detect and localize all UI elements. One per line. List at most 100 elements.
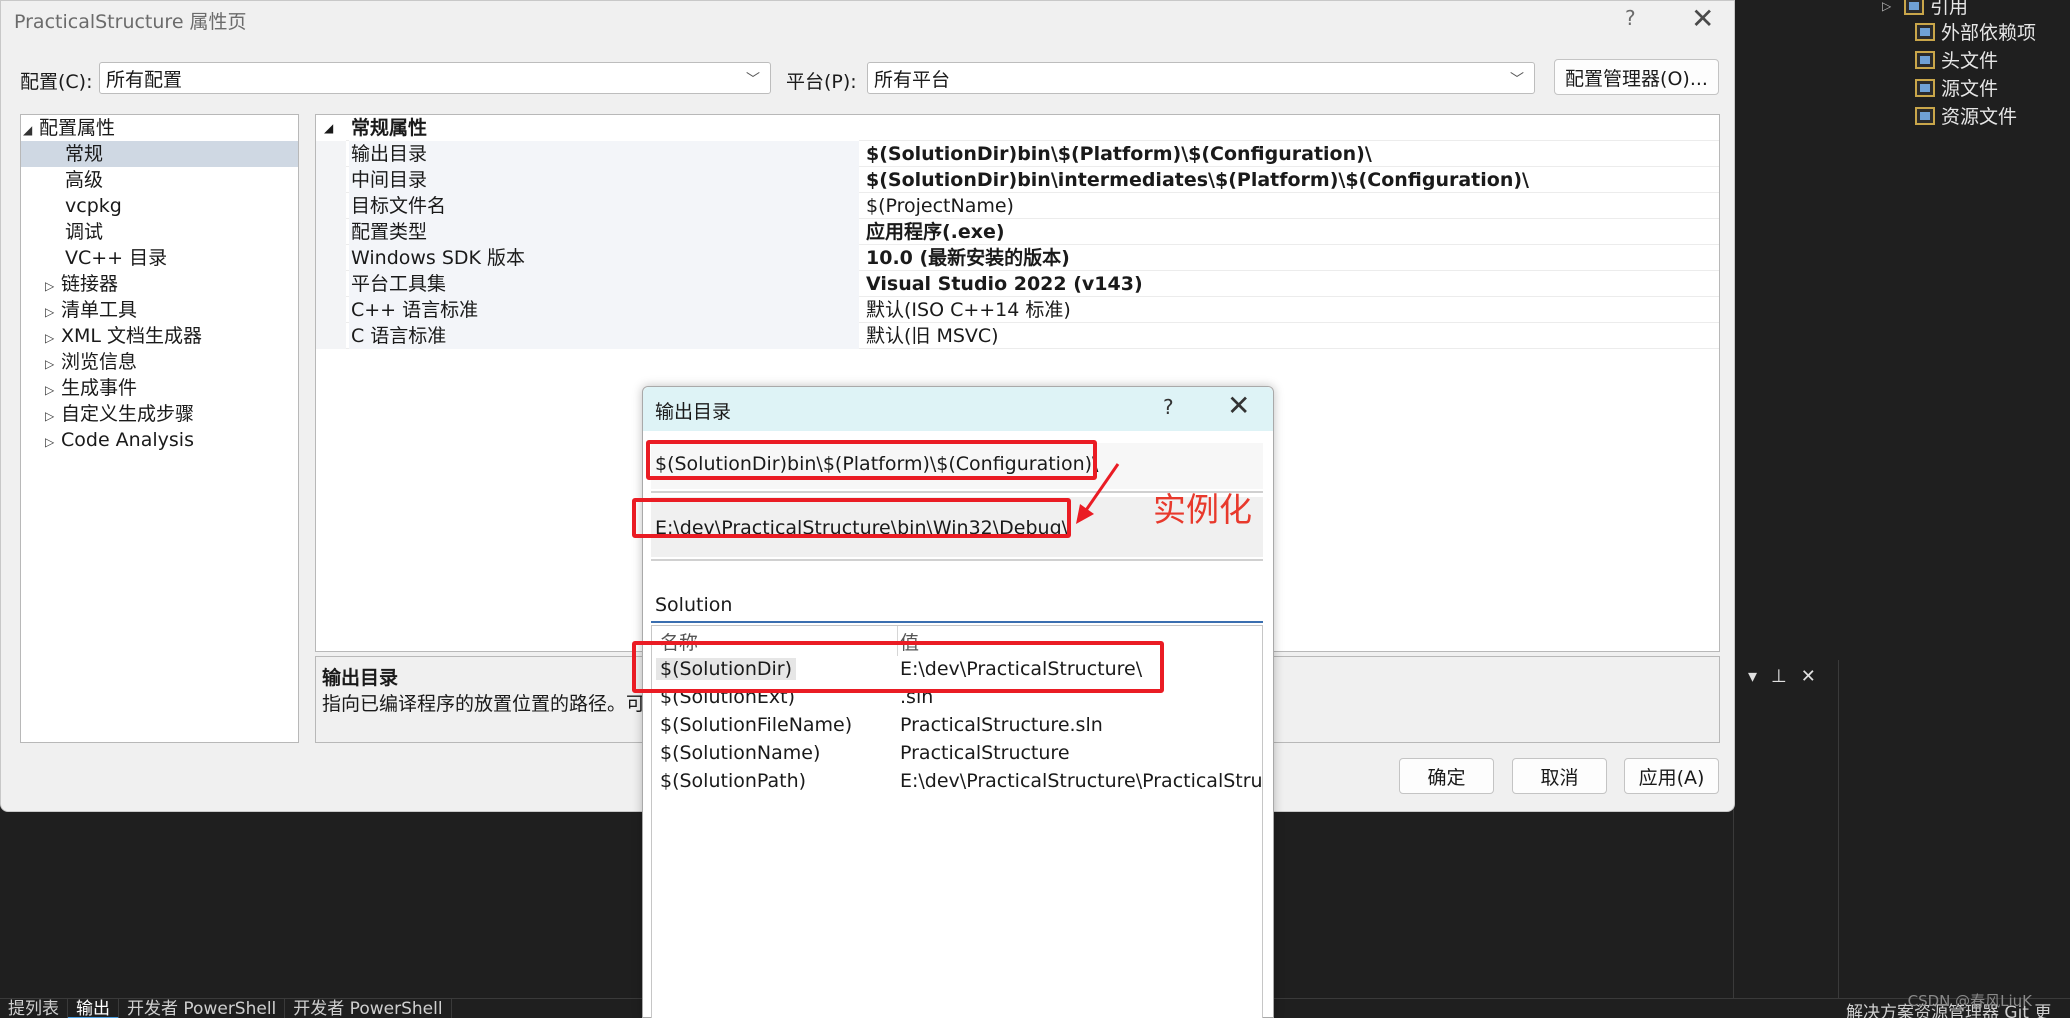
pin-icon[interactable]: ⊥: [1771, 666, 1787, 687]
solution-tree-item-source-files[interactable]: 源文件: [1915, 74, 1998, 101]
tree-node-config-properties[interactable]: ◢ 配置属性: [23, 115, 115, 141]
tree-node-code-analysis[interactable]: ▷ Code Analysis: [45, 427, 194, 453]
close-icon[interactable]: ✕: [1227, 389, 1250, 422]
chevron-down-icon: ﹀: [746, 72, 760, 88]
macro-name: $(SolutionName): [660, 742, 821, 764]
grid-row-key: 平台工具集: [349, 271, 859, 297]
solution-tree-item-resource-files[interactable]: 资源文件: [1915, 102, 2017, 129]
grid-row-key: C 语言标准: [349, 323, 859, 349]
config-manager-button[interactable]: 配置管理器(O)...: [1554, 59, 1719, 95]
ok-button[interactable]: 确定: [1399, 758, 1494, 794]
filter-folder-icon: [1915, 50, 1935, 69]
grid-row[interactable]: Windows SDK 版本 10.0 (最新安装的版本): [316, 245, 1719, 271]
tree-node-vcpkg[interactable]: vcpkg: [65, 193, 122, 219]
close-icon[interactable]: ✕: [1691, 2, 1714, 35]
tree-node-debugging[interactable]: 调试: [65, 219, 103, 245]
grid-row[interactable]: C++ 语言标准 默认(ISO C++14 标准): [316, 297, 1719, 323]
cancel-button[interactable]: 取消: [1512, 758, 1607, 794]
solution-tree-item-external-deps[interactable]: 外部依赖项: [1915, 18, 2036, 45]
grid-row-value[interactable]: 默认(ISO C++14 标准): [864, 297, 1071, 323]
solution-tree-item-header-files[interactable]: 头文件: [1915, 46, 1998, 73]
grid-row[interactable]: 平台工具集 Visual Studio 2022 (v143): [316, 271, 1719, 297]
grid-row-value[interactable]: 默认(旧 MSVC): [864, 323, 999, 349]
description-text: 指向已编译程序的放置位置的路径。可以: [322, 693, 665, 715]
annotation-arrow-icon: [1076, 463, 1120, 524]
solution-tree-item-references[interactable]: ▷ 引用: [1882, 0, 1968, 19]
expanded-icon: ◢: [23, 123, 33, 137]
filter-folder-icon: [1915, 106, 1935, 125]
tree-node-custom-build-step[interactable]: ▷ 自定义生成步骤: [45, 401, 194, 427]
platform-dropdown[interactable]: 所有平台 ﹀: [867, 62, 1535, 94]
tree-node-advanced[interactable]: 高级: [65, 167, 103, 193]
grid-row-key: 目标文件名: [349, 193, 859, 219]
apply-button[interactable]: 应用(A): [1624, 758, 1719, 794]
close-icon[interactable]: ✕: [1801, 666, 1816, 687]
tree-node-label: vcpkg: [65, 195, 122, 217]
tree-node-label: VC++ 目录: [65, 247, 168, 269]
tree-item-label: 源文件: [1941, 78, 1999, 100]
tab-dev-powershell[interactable]: 开发者 PowerShell: [119, 999, 286, 1018]
grid-row-key: 中间目录: [349, 167, 859, 193]
macro-value: PracticalStructure: [900, 742, 1070, 764]
grid-row-value[interactable]: 10.0 (最新安装的版本): [864, 245, 1070, 271]
grid-gutter: [316, 297, 346, 323]
splitter: [651, 559, 1263, 561]
grid-row[interactable]: 配置类型 应用程序(.exe): [316, 219, 1719, 245]
property-tree: ◢ 配置属性 常规 高级 vcpkg 调试 VC++ 目录 ▷ 链接器 ▷ 清单工具 …: [20, 114, 299, 743]
description-title: 输出目录: [322, 667, 399, 689]
grid-row-value[interactable]: $(SolutionDir)bin\intermediates\$(Platfo…: [864, 167, 1529, 193]
tree-node-xml-doc-generator[interactable]: ▷ XML 文档生成器: [45, 323, 202, 349]
tree-item-label: 外部依赖项: [1941, 22, 2037, 44]
tree-node-build-events[interactable]: ▷ 生成事件: [45, 375, 137, 401]
grid-gutter: [316, 193, 346, 219]
config-dropdown[interactable]: 所有配置 ﹀: [99, 62, 771, 94]
macro-name: $(SolutionFileName): [660, 714, 853, 736]
tree-node-general[interactable]: 常规: [21, 141, 298, 167]
grid-category-header[interactable]: ◢ 常规属性: [316, 115, 1719, 141]
grid-gutter: [316, 141, 346, 167]
macro-row[interactable]: $(SolutionPath) E:\dev\PracticalStructur…: [652, 768, 1263, 796]
grid-row-value[interactable]: 应用程序(.exe): [864, 219, 1005, 245]
help-icon[interactable]: ?: [1163, 395, 1174, 419]
macro-value: E:\dev\PracticalStructure\PracticalStruc…: [900, 770, 1263, 792]
tree-node-vc-directories[interactable]: VC++ 目录: [65, 245, 167, 271]
macro-row[interactable]: $(SolutionFileName) PracticalStructure.s…: [652, 712, 1262, 740]
collapsed-icon: ▷: [45, 331, 55, 345]
macro-name: $(SolutionPath): [660, 770, 807, 792]
grid-category-label: 常规属性: [349, 115, 859, 141]
config-label: 配置(C):: [20, 71, 93, 93]
watermark: CSDN @春风LiuK: [1907, 992, 2032, 1010]
help-icon[interactable]: ?: [1625, 6, 1636, 30]
grid-row-key: Windows SDK 版本: [349, 245, 859, 271]
grid-row-value[interactable]: $(SolutionDir)bin\$(Platform)\$(Configur…: [864, 141, 1372, 167]
output-directory-popup: 输出目录 ? ✕ $(SolutionDir)bin\$(Platform)\$…: [642, 386, 1274, 1018]
tree-node-browse-info[interactable]: ▷ 浏览信息: [45, 349, 137, 375]
tree-node-label: 链接器: [61, 273, 119, 295]
tab-output[interactable]: 输出: [68, 999, 119, 1018]
grid-gutter: [316, 245, 346, 271]
tree-node-linker[interactable]: ▷ 链接器: [45, 271, 118, 297]
tree-item-label: 头文件: [1941, 50, 1999, 72]
grid-row[interactable]: 目标文件名 $(ProjectName): [316, 193, 1719, 219]
grid-row[interactable]: 中间目录 $(SolutionDir)bin\intermediates\$(P…: [316, 167, 1719, 193]
collapsed-icon: ▷: [45, 279, 55, 293]
grid-gutter: [316, 219, 346, 245]
tree-node-manifest-tool[interactable]: ▷ 清单工具: [45, 297, 137, 323]
tab-error-list[interactable]: 提列表: [0, 999, 68, 1018]
popup-title: 输出目录: [655, 401, 732, 423]
tab-dev-powershell[interactable]: 开发者 PowerShell: [285, 999, 452, 1018]
ide-divider: [1838, 660, 1839, 1018]
macro-filter-input[interactable]: Solution: [651, 589, 1263, 623]
grid-row-key: C++ 语言标准: [349, 297, 859, 323]
collapsed-icon: ▷: [45, 357, 55, 371]
grid-row-value[interactable]: Visual Studio 2022 (v143): [864, 271, 1143, 297]
collapsed-icon: ▷: [45, 305, 55, 319]
macro-row[interactable]: $(SolutionName) PracticalStructure: [652, 740, 1262, 768]
annotation-box-solutiondir: [632, 641, 1164, 693]
chevron-down-icon[interactable]: ▾: [1748, 666, 1757, 687]
grid-row[interactable]: C 语言标准 默认(旧 MSVC): [316, 323, 1719, 349]
grid-row-value[interactable]: $(ProjectName): [864, 193, 1014, 219]
grid-row[interactable]: 输出目录 $(SolutionDir)bin\$(Platform)\$(Con…: [316, 141, 1719, 167]
annotation-box-evaluated: [632, 498, 1071, 538]
tree-node-label: 生成事件: [61, 377, 138, 399]
